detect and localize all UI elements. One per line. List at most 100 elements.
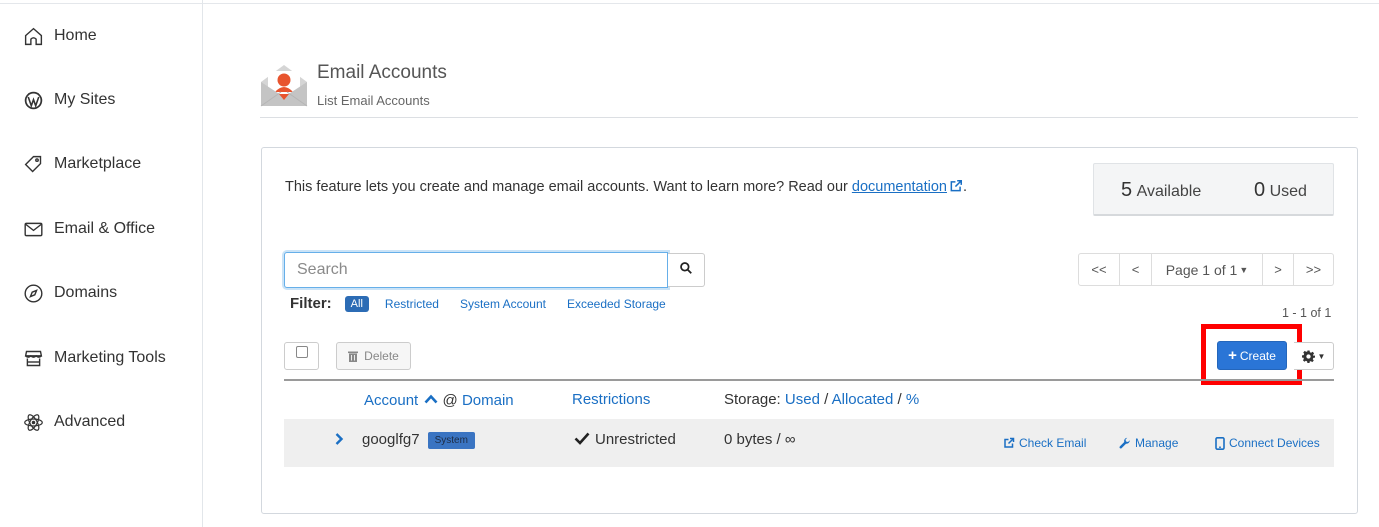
sidebar-item-my-sites[interactable]: My Sites — [22, 87, 115, 113]
next-page-button[interactable]: > — [1263, 253, 1294, 286]
filter-bar: Filter: All Restricted System Account Ex… — [290, 295, 687, 312]
available-count: 5 — [1121, 179, 1133, 201]
available-label: Available — [1136, 183, 1202, 200]
storefront-icon — [22, 347, 44, 369]
tag-icon — [22, 153, 44, 175]
account-stats: 5 Available 0 Used — [1093, 163, 1334, 216]
page-subtitle: List Email Accounts — [317, 93, 430, 108]
create-button[interactable]: + Create — [1217, 341, 1287, 370]
filter-system-account[interactable]: System Account — [460, 297, 546, 311]
filter-label: Filter: — [290, 295, 332, 312]
trash-icon — [348, 351, 359, 362]
select-all-checkbox[interactable] — [296, 346, 308, 358]
select-all-button[interactable] — [284, 342, 319, 370]
mobile-device-icon — [1215, 436, 1229, 450]
search-input[interactable] — [285, 253, 667, 287]
sort-up-icon[interactable] — [424, 391, 438, 408]
account-cell: googlfg7 System — [362, 431, 475, 449]
filter-all[interactable]: All — [344, 295, 369, 312]
page-select[interactable]: Page 1 of 1 ▼ — [1152, 253, 1263, 286]
sidebar-item-marketing-tools[interactable]: Marketing Tools — [22, 345, 166, 371]
connect-devices-link[interactable]: Connect Devices — [1215, 436, 1320, 450]
search-field — [284, 252, 668, 288]
compass-icon — [22, 282, 44, 304]
available-stat: 5 Available — [1121, 179, 1201, 202]
top-divider — [0, 3, 1379, 4]
filter-exceeded-storage[interactable]: Exceeded Storage — [567, 297, 666, 311]
prev-page-button[interactable]: < — [1120, 253, 1152, 286]
account-name: googlfg7 — [362, 431, 420, 448]
system-badge: System — [427, 432, 475, 449]
header-divider — [260, 117, 1358, 118]
storage-separator: / — [824, 391, 829, 408]
intro-text: This feature lets you create and manage … — [285, 179, 967, 197]
column-header-storage: Storage: Used / Allocated / % — [724, 391, 919, 408]
sidebar-item-label: Marketplace — [54, 155, 142, 172]
caret-down-icon: ▼ — [1317, 351, 1326, 361]
sidebar-item-label: Domains — [54, 284, 118, 301]
wrench-icon — [1119, 437, 1135, 449]
external-link-icon[interactable] — [949, 179, 963, 197]
checkmark-icon — [574, 432, 590, 449]
sort-domain[interactable]: Domain — [462, 392, 514, 409]
sidebar-item-label: Advanced — [54, 413, 126, 430]
create-label: Create — [1239, 348, 1276, 363]
table-header-divider — [284, 379, 1334, 381]
delete-button[interactable]: Delete — [336, 342, 411, 370]
sidebar-item-label: Marketing Tools — [54, 349, 166, 366]
email-accounts-icon — [259, 62, 309, 108]
connect-devices-label: Connect Devices — [1229, 436, 1320, 450]
atom-icon — [22, 411, 44, 433]
intro-copy: This feature lets you create and manage … — [285, 179, 852, 195]
gear-icon — [1301, 350, 1315, 363]
search-button[interactable] — [668, 253, 705, 287]
first-page-button[interactable]: << — [1078, 253, 1120, 286]
filter-restricted[interactable]: Restricted — [385, 297, 439, 311]
sidebar-item-label: My Sites — [54, 91, 116, 108]
sort-percent[interactable]: % — [906, 391, 919, 408]
plus-icon: + — [1228, 347, 1237, 364]
search-icon — [679, 261, 693, 280]
sidebar-item-label: Email & Office — [54, 220, 156, 237]
column-header-restrictions: Restrictions — [572, 391, 650, 408]
last-page-button[interactable]: >> — [1294, 253, 1334, 286]
restriction-cell: Unrestricted — [574, 431, 676, 449]
used-label: Used — [1269, 183, 1307, 200]
check-email-label: Check Email — [1019, 436, 1087, 450]
sidebar-item-domains[interactable]: Domains — [22, 280, 117, 306]
manage-label: Manage — [1135, 436, 1179, 450]
sidebar-item-label: Home — [54, 27, 97, 44]
settings-dropdown-button[interactable]: ▼ — [1294, 342, 1334, 370]
envelope-icon — [22, 218, 44, 240]
caret-down-icon: ▼ — [1239, 264, 1249, 275]
used-stat: 0 Used — [1254, 179, 1307, 202]
results-count: 1 - 1 of 1 — [1282, 306, 1332, 320]
manage-link[interactable]: Manage — [1119, 436, 1178, 450]
sort-account[interactable]: Account — [364, 392, 418, 409]
storage-prefix: Storage: — [724, 391, 781, 408]
table-row: googlfg7 System Unrestricted 0 bytes / ∞ … — [284, 419, 1334, 467]
used-count: 0 — [1254, 179, 1266, 201]
sidebar: Home My Sites Marketplace Email & Office… — [0, 0, 203, 527]
storage-separator: / — [897, 391, 902, 408]
storage-cell: 0 bytes / ∞ — [724, 431, 796, 448]
documentation-link[interactable]: documentation — [852, 179, 947, 195]
sort-used[interactable]: Used — [785, 391, 820, 408]
sort-allocated[interactable]: Allocated — [832, 391, 894, 408]
sidebar-item-marketplace[interactable]: Marketplace — [22, 151, 141, 177]
home-icon — [22, 25, 44, 47]
wordpress-icon — [22, 89, 44, 111]
check-email-link[interactable]: Check Email — [1003, 436, 1086, 450]
sidebar-item-email-office[interactable]: Email & Office — [22, 216, 155, 242]
sort-restrictions[interactable]: Restrictions — [572, 391, 650, 408]
intro-suffix: . — [963, 179, 968, 195]
external-link-icon — [1003, 437, 1019, 449]
column-header-account: Account @ Domain — [364, 391, 514, 409]
sidebar-item-home[interactable]: Home — [22, 23, 97, 49]
restriction-value: Unrestricted — [595, 431, 676, 448]
at-symbol: @ — [442, 392, 458, 409]
expand-row-icon[interactable] — [334, 432, 344, 450]
page-title: Email Accounts — [317, 62, 447, 83]
sidebar-item-advanced[interactable]: Advanced — [22, 409, 125, 435]
page-label: Page 1 of 1 — [1165, 261, 1238, 278]
